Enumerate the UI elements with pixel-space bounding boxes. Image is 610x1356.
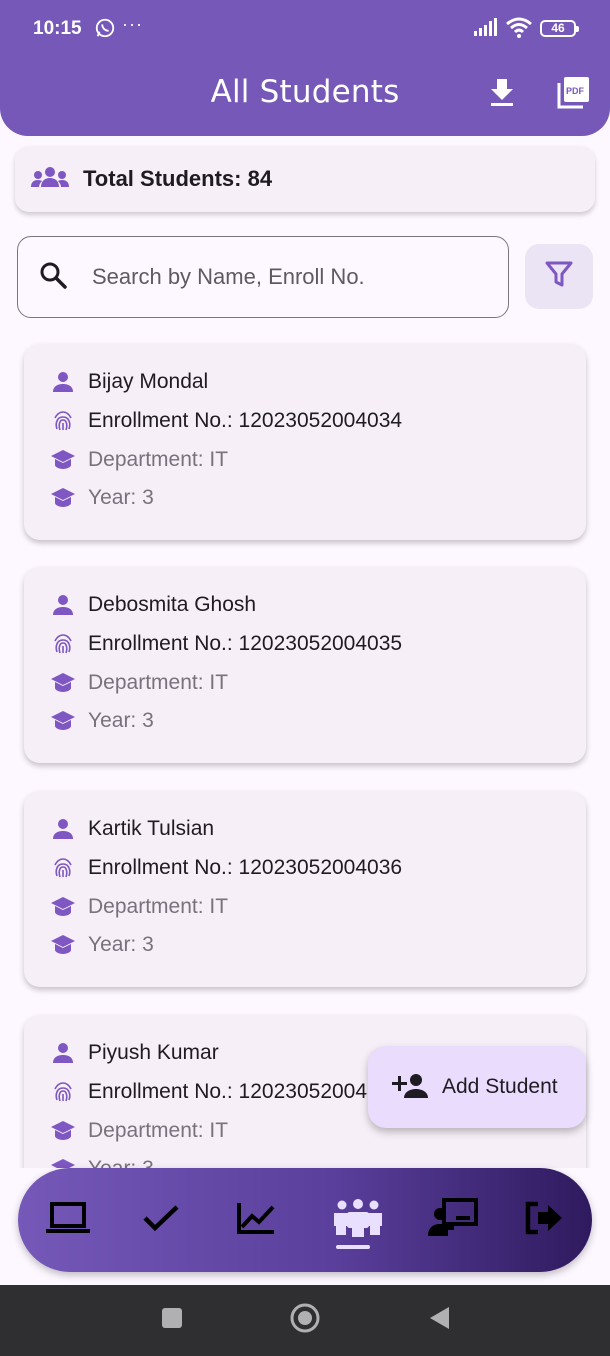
department: Department: IT xyxy=(88,1119,229,1142)
department: Department: IT xyxy=(88,895,229,918)
student-card[interactable]: Kartik Tulsian Enrollment No.: 120230520… xyxy=(24,791,586,987)
more-notifications-icon: ··· xyxy=(122,14,143,34)
enrollment-number: Enrollment No.: 12023052004034 xyxy=(88,409,403,432)
person-add-icon xyxy=(392,1072,428,1103)
school-icon xyxy=(50,1156,76,1168)
nav-laptop[interactable] xyxy=(44,1196,92,1244)
status-bar: 10:15 ··· 46 xyxy=(0,0,610,58)
back-triangle-icon xyxy=(427,1305,451,1336)
student-name-row: Bijay Mondal xyxy=(50,367,208,397)
signal-icon xyxy=(474,18,500,41)
groups-icon xyxy=(330,1198,386,1243)
back-button[interactable] xyxy=(423,1304,455,1336)
nav-teachers[interactable] xyxy=(428,1196,480,1244)
student-card[interactable]: Bijay Mondal Enrollment No.: 12023052004… xyxy=(24,344,586,540)
fingerprint-icon xyxy=(50,408,76,434)
check-icon xyxy=(142,1203,180,1238)
year: Year: 3 xyxy=(88,1157,154,1168)
status-time: 10:15 xyxy=(33,18,82,39)
whatsapp-icon xyxy=(94,17,116,44)
enrollment-row: Enrollment No.: 12023052004034 xyxy=(50,406,402,436)
department: Department: IT xyxy=(88,448,229,471)
department-row: Department: IT xyxy=(50,1116,228,1146)
department-row: Department: IT xyxy=(50,445,228,475)
enrollment-row: Enrollment No.: 12023052004 xyxy=(50,1077,367,1107)
student-name-row: Kartik Tulsian xyxy=(50,814,214,844)
student-name: Kartik Tulsian xyxy=(88,817,215,840)
filter-icon xyxy=(544,259,574,294)
person-icon xyxy=(50,1040,76,1066)
filter-button[interactable] xyxy=(525,244,593,309)
total-students-label: Total Students: 84 xyxy=(83,166,273,191)
fingerprint-icon xyxy=(50,1079,76,1105)
student-card[interactable]: Debosmita Ghosh Enrollment No.: 12023052… xyxy=(24,567,586,763)
student-name-row: Piyush Kumar xyxy=(50,1038,219,1068)
department-row: Department: IT xyxy=(50,668,228,698)
system-navigation-bar xyxy=(0,1285,610,1356)
department: Department: IT xyxy=(88,671,229,694)
add-student-label: Add Student xyxy=(442,1075,558,1098)
year-row: Year: 3 xyxy=(50,930,154,960)
nav-logout[interactable] xyxy=(520,1196,568,1244)
search-icon xyxy=(38,260,68,295)
person-icon xyxy=(50,592,76,618)
pdf-icon: PDF xyxy=(557,75,591,114)
total-students-card: Total Students: 84 xyxy=(15,146,595,212)
logout-icon xyxy=(524,1201,564,1240)
year: Year: 3 xyxy=(88,709,154,732)
year-row: Year: 3 xyxy=(50,706,154,736)
groups-icon xyxy=(31,165,69,194)
app-bar: 10:15 ··· 46 All Students PDF xyxy=(0,0,610,136)
enrollment-number: Enrollment No.: 12023052004 xyxy=(88,1080,368,1103)
nav-analytics[interactable] xyxy=(232,1196,280,1244)
recents-button[interactable] xyxy=(156,1304,188,1336)
year: Year: 3 xyxy=(88,933,154,956)
enrollment-number: Enrollment No.: 12023052004036 xyxy=(88,856,403,879)
enrollment-number: Enrollment No.: 12023052004035 xyxy=(88,632,403,655)
export-pdf-button[interactable]: PDF xyxy=(556,76,592,112)
student-name-row: Debosmita Ghosh xyxy=(50,590,256,620)
add-student-button[interactable]: Add Student xyxy=(368,1046,586,1128)
search-input[interactable] xyxy=(92,264,472,290)
person-icon xyxy=(50,369,76,395)
nav-students[interactable] xyxy=(334,1196,382,1244)
student-name: Bijay Mondal xyxy=(88,370,209,393)
download-button[interactable] xyxy=(484,76,520,112)
fingerprint-icon xyxy=(50,855,76,881)
home-button[interactable] xyxy=(289,1302,321,1339)
school-icon xyxy=(50,670,76,696)
active-nav-indicator xyxy=(336,1245,370,1249)
school-icon xyxy=(50,447,76,473)
screen: 10:15 ··· 46 All Students PDF Total Stud… xyxy=(0,0,610,1356)
chart-line-icon xyxy=(236,1201,276,1240)
school-icon xyxy=(50,894,76,920)
square-icon xyxy=(160,1306,184,1335)
search-box xyxy=(17,236,509,318)
enrollment-row: Enrollment No.: 12023052004036 xyxy=(50,853,402,883)
laptop-icon xyxy=(46,1200,90,1241)
school-icon xyxy=(50,708,76,734)
bottom-navigation xyxy=(18,1168,592,1272)
year: Year: 3 xyxy=(88,486,154,509)
student-name: Debosmita Ghosh xyxy=(88,593,257,616)
year-row: Year: 3 xyxy=(50,1154,154,1168)
home-circle-icon xyxy=(289,1302,321,1339)
school-icon xyxy=(50,932,76,958)
presenter-icon xyxy=(428,1197,480,1243)
download-icon xyxy=(488,77,516,112)
school-icon xyxy=(50,485,76,511)
student-list[interactable]: Bijay Mondal Enrollment No.: 12023052004… xyxy=(0,330,610,1168)
svg-text:PDF: PDF xyxy=(566,86,585,96)
nav-attendance[interactable] xyxy=(137,1196,185,1244)
person-icon xyxy=(50,816,76,842)
enrollment-row: Enrollment No.: 12023052004035 xyxy=(50,629,402,659)
school-icon xyxy=(50,1118,76,1144)
fingerprint-icon xyxy=(50,631,76,657)
battery-icon: 46 xyxy=(540,20,579,37)
year-row: Year: 3 xyxy=(50,483,154,513)
wifi-icon xyxy=(505,16,533,43)
department-row: Department: IT xyxy=(50,892,228,922)
student-name: Piyush Kumar xyxy=(88,1041,219,1064)
